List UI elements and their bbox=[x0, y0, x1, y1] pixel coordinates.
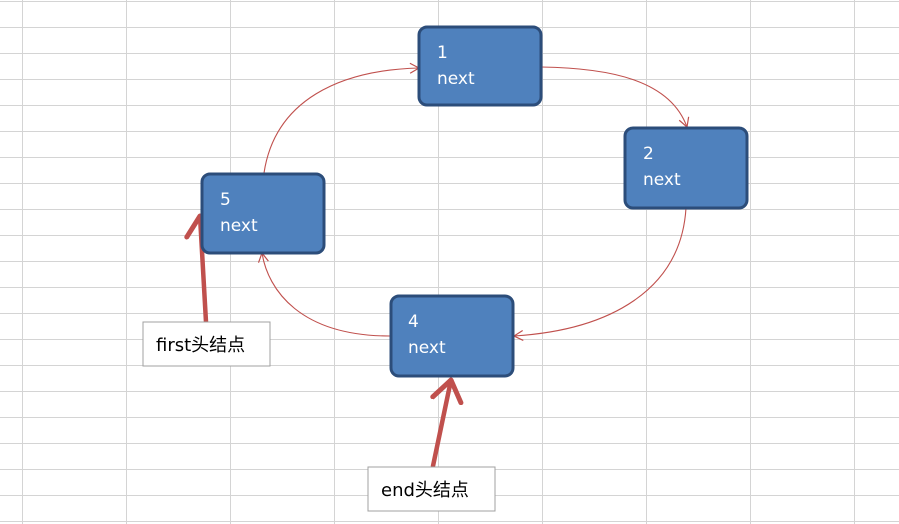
node-2-value: 2 bbox=[643, 144, 654, 164]
node-2-next: next bbox=[643, 170, 681, 190]
node-4-next: next bbox=[408, 338, 446, 358]
edge-5-to-1 bbox=[263, 62, 421, 174]
node-4-value: 4 bbox=[408, 312, 419, 332]
first-label-box: first头结点 bbox=[142, 321, 271, 367]
node-5: 5 next bbox=[200, 172, 326, 255]
end-label: end头结点 bbox=[381, 480, 469, 501]
edge-4-to-5 bbox=[257, 251, 391, 337]
edge-2-to-4 bbox=[512, 207, 687, 341]
node-5-next: next bbox=[220, 216, 258, 236]
linked-list-diagram: 1 next 2 next 4 next 5 next first头结点 end… bbox=[142, 25, 749, 512]
node-1-next: next bbox=[437, 69, 475, 89]
node-1: 1 next bbox=[417, 25, 543, 107]
end-label-box: end头结点 bbox=[367, 466, 496, 512]
end-pointer-arrow bbox=[433, 380, 451, 469]
edge-1-to-2 bbox=[540, 66, 690, 129]
first-label: first头结点 bbox=[156, 335, 245, 356]
node-5-value: 5 bbox=[220, 190, 231, 210]
node-2: 2 next bbox=[623, 126, 749, 210]
node-4: 4 next bbox=[389, 294, 515, 378]
node-1-value: 1 bbox=[437, 43, 448, 63]
